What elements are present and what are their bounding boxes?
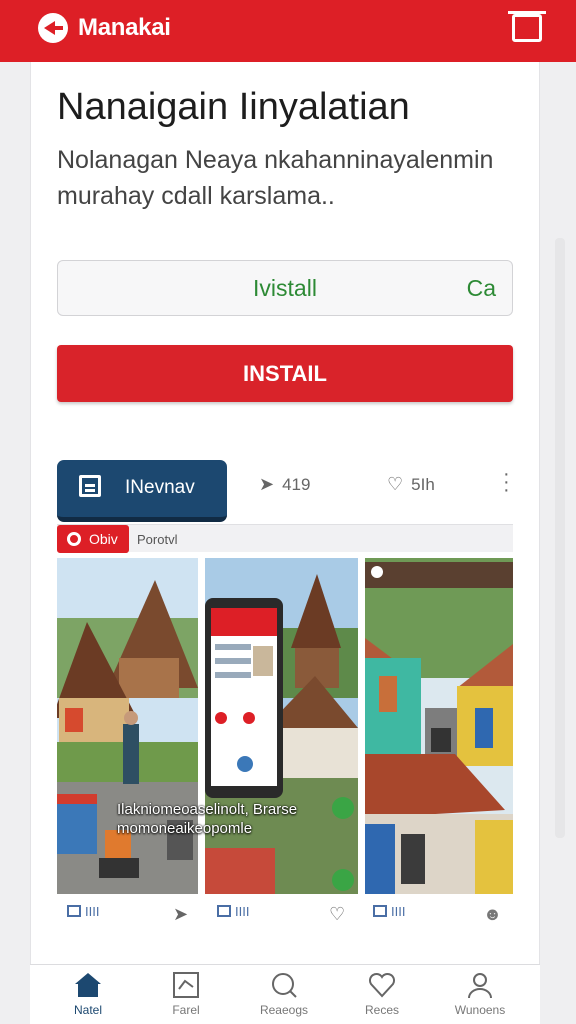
like-stat[interactable]: ♡ 5Ih xyxy=(387,474,435,495)
photo-2-actions[interactable]: IIII xyxy=(217,904,249,919)
nav-label-home: Natel xyxy=(73,1003,102,1017)
nav-item-profile[interactable]: Wunoens xyxy=(435,971,525,1017)
nav-item-home[interactable]: Natel xyxy=(43,971,133,1017)
search-icon xyxy=(272,973,297,998)
page-title: Nanaigain Iinyalatian xyxy=(57,86,410,128)
share-count: 419 xyxy=(282,475,311,494)
top-app-bar: Manakai xyxy=(0,0,576,62)
install-option-row[interactable]: Ivistall Ca xyxy=(57,260,513,316)
grid-icon xyxy=(67,905,81,917)
share-photo-1-icon[interactable]: ➤ xyxy=(173,904,188,925)
photo-app-in-hand-image xyxy=(205,558,358,894)
photo-village-street[interactable] xyxy=(57,558,198,894)
like-count: 5Ih xyxy=(411,475,435,494)
more-options-icon[interactable]: · · · xyxy=(503,464,510,500)
photo-2-action-label: IIII xyxy=(235,904,250,919)
photo-village-street-image xyxy=(57,558,198,894)
calendar-icon xyxy=(79,475,101,497)
image-icon xyxy=(217,905,231,917)
install-button[interactable]: INSTAIL xyxy=(57,345,513,402)
install-option-label: Ivistall xyxy=(253,275,317,301)
content-card: Nanaigain Iinyalatian Nolanagan Neaya nk… xyxy=(30,62,565,1024)
photo-colorful-alley-image xyxy=(365,558,513,894)
photo-1-action-label: IIII xyxy=(85,904,100,919)
bottom-navigation: Natel Farel Reaeogs Reces Wunoens xyxy=(30,964,540,1024)
tab-active-label: INevnav xyxy=(125,477,195,498)
profile-icon xyxy=(468,973,492,999)
filter-text: Porotvl xyxy=(137,532,178,547)
share-stat[interactable]: ➤ 419 xyxy=(259,474,310,495)
filter-chip[interactable]: Obiv xyxy=(57,525,129,553)
nav-label-search: Reaeogs xyxy=(259,1003,309,1017)
user-photo-3-icon[interactable]: ☻ xyxy=(483,904,502,925)
like-icon: ♡ xyxy=(387,474,404,494)
app-title: Manakai xyxy=(78,14,171,41)
screen-icon[interactable] xyxy=(508,11,546,42)
scrollbar[interactable] xyxy=(555,238,565,838)
calendar-icon xyxy=(373,905,387,917)
heart-icon xyxy=(368,972,396,998)
photo-caption: Ilakniomeoaselinolt, Brarse momoneaikeop… xyxy=(117,801,298,837)
page-subtitle: Nolanagan Neaya nkahanninayalenmin murah… xyxy=(57,146,494,210)
home-icon xyxy=(75,973,101,997)
heart-photo-2-icon[interactable]: ♡ xyxy=(329,904,345,925)
photo-colorful-alley[interactable] xyxy=(365,558,513,894)
nav-item-favorites[interactable]: Reces xyxy=(337,971,427,1017)
photo-1-actions[interactable]: IIII xyxy=(67,904,99,919)
board-icon xyxy=(173,972,199,998)
tab-active[interactable]: INevnav xyxy=(57,460,227,522)
nav-item-board[interactable]: Farel xyxy=(141,971,231,1017)
nav-label-favorites: Reces xyxy=(364,1003,399,1017)
nav-item-search[interactable]: Reaeogs xyxy=(239,971,329,1017)
photo-3-actions[interactable]: IIII xyxy=(373,904,405,919)
app-logo-icon[interactable] xyxy=(38,13,68,43)
install-option-side-text: Ca xyxy=(466,275,496,301)
photo-app-in-hand[interactable] xyxy=(205,558,358,894)
nav-label-board: Farel xyxy=(172,1003,200,1017)
nav-label-profile: Wunoens xyxy=(454,1003,506,1017)
share-icon: ➤ xyxy=(259,474,275,494)
photo-3-action-label: IIII xyxy=(391,904,406,919)
filter-bar: Obiv Porotvl xyxy=(57,524,513,553)
photo-gallery xyxy=(57,558,513,894)
